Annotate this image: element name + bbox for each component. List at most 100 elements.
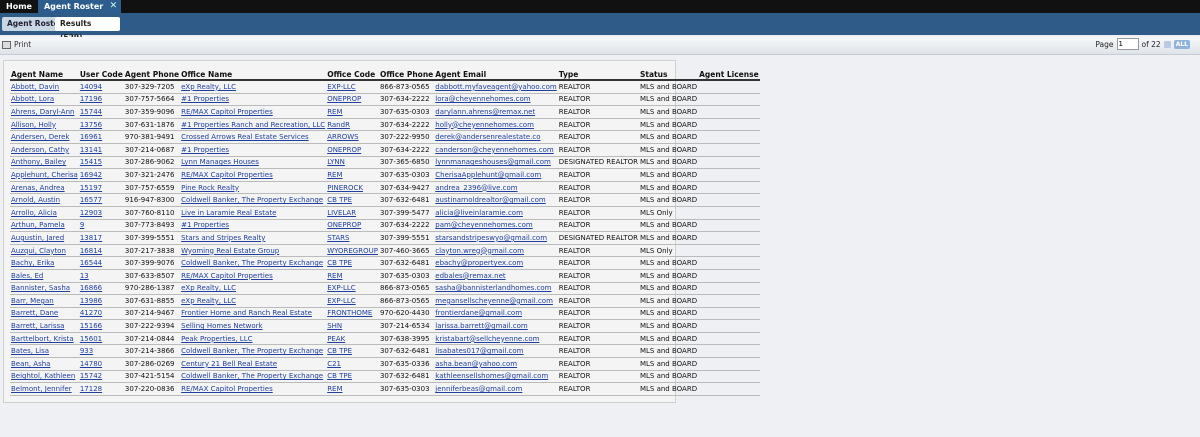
table-cell[interactable]: RandR (326, 118, 379, 132)
table-cell[interactable]: Lynn Manages Houses (180, 156, 327, 170)
table-cell[interactable]: 17196 (78, 93, 124, 107)
table-cell[interactable]: Bachy, Erika (10, 256, 79, 270)
table-cell[interactable]: Barttelbort, Krista (10, 332, 79, 346)
table-cell[interactable]: Arthun, Pamela (10, 219, 79, 233)
table-cell[interactable]: Auzqui, Clayton (10, 244, 79, 258)
table-cell[interactable]: 16866 (78, 282, 124, 296)
print-button[interactable]: Print (2, 40, 31, 49)
table-cell[interactable]: Allison, Holly (10, 118, 79, 132)
table-cell[interactable]: Coldwell Banker, The Property Exchange (180, 193, 327, 207)
tab-agent-roster[interactable]: Agent Roster ✕ (37, 0, 122, 13)
table-cell[interactable]: Applehunt, Cherisa (10, 168, 79, 182)
table-cell[interactable]: canderson@cheyennehomes.com (434, 143, 558, 157)
table-cell[interactable]: Live in Laramie Real Estate (180, 206, 327, 220)
table-cell[interactable]: Anthony, Bailey (10, 156, 79, 170)
table-cell[interactable]: 41270 (78, 307, 124, 321)
table-cell[interactable]: 15744 (78, 105, 124, 119)
table-cell[interactable]: Barr, Megan (10, 294, 79, 308)
table-cell[interactable]: Barrett, Larissa (10, 319, 79, 333)
table-cell[interactable]: REM (326, 168, 379, 182)
table-cell[interactable]: 13 (78, 269, 124, 283)
table-cell[interactable]: lynnmanageshouses@gmail.com (434, 156, 558, 170)
table-cell[interactable]: ebachy@propertyex.com (434, 256, 558, 270)
table-cell[interactable]: C21 (326, 357, 379, 371)
table-cell[interactable]: RE/MAX Capitol Properties (180, 269, 327, 283)
table-cell[interactable]: lora@cheyennehomes.com (434, 93, 558, 107)
table-cell[interactable]: derek@andersenrealestate.co (434, 130, 558, 144)
table-cell[interactable]: RE/MAX Capitol Properties (180, 105, 327, 119)
table-cell[interactable]: 16942 (78, 168, 124, 182)
table-cell[interactable]: 15742 (78, 370, 124, 384)
table-cell[interactable]: Coldwell Banker, The Property Exchange (180, 370, 327, 384)
table-cell[interactable]: RE/MAX Capitol Properties (180, 168, 327, 182)
table-cell[interactable]: ARROWS (326, 130, 379, 144)
table-cell[interactable]: pam@cheyennehomes.com (434, 219, 558, 233)
table-cell[interactable]: 15601 (78, 332, 124, 346)
table-cell[interactable]: Coldwell Banker, The Property Exchange (180, 344, 327, 359)
table-cell[interactable]: kristabart@sellcheyenne.com (434, 332, 558, 346)
table-cell[interactable]: Coldwell Banker, The Property Exchange (180, 256, 327, 270)
column-header[interactable]: Agent Name (10, 69, 79, 81)
table-cell[interactable]: larissa.barrett@gmail.com (434, 319, 558, 333)
close-icon[interactable]: ✕ (110, 0, 118, 13)
tab-home[interactable]: Home (0, 0, 38, 13)
column-header[interactable]: Office Phone (378, 69, 435, 81)
table-cell[interactable]: EXP-LLC (326, 294, 379, 308)
table-cell[interactable]: lisabates017@gmail.com (434, 344, 558, 359)
table-cell[interactable]: andrea_2396@live.com (434, 181, 558, 195)
table-cell[interactable]: Peak Properties, LLC (180, 332, 327, 346)
table-cell[interactable]: 13141 (78, 143, 124, 157)
table-cell[interactable]: darylann.ahrens@remax.net (434, 105, 558, 119)
all-pages-button[interactable]: ALL (1173, 39, 1190, 49)
table-cell[interactable]: clayton.wreg@gmail.com (434, 244, 558, 258)
table-cell[interactable]: PEAK (326, 332, 379, 346)
table-cell[interactable]: Pine Rock Realty (180, 181, 327, 195)
column-header[interactable]: Agent Email (434, 69, 558, 81)
table-cell[interactable]: Wyoming Real Estate Group (180, 244, 327, 258)
table-cell[interactable]: 13756 (78, 118, 124, 132)
table-cell[interactable]: Arnold, Austin (10, 193, 79, 207)
table-cell[interactable]: EXP-LLC (326, 282, 379, 296)
table-cell[interactable]: frontierdane@gmail.com (434, 307, 558, 321)
table-cell[interactable]: LIVELAR (326, 206, 379, 220)
column-header[interactable]: Office Name (180, 69, 327, 81)
table-cell[interactable]: Century 21 Bell Real Estate (180, 357, 327, 371)
table-cell[interactable]: #1 Properties Ranch and Recreation, LLC (180, 118, 327, 132)
table-cell[interactable]: REM (326, 105, 379, 119)
table-cell[interactable]: Bannister, Sasha (10, 282, 79, 296)
table-cell[interactable]: 12903 (78, 206, 124, 220)
table-cell[interactable]: Abbott, Davin (10, 80, 79, 94)
table-cell[interactable]: 16577 (78, 193, 124, 207)
table-cell[interactable]: LYNN (326, 156, 379, 170)
table-cell[interactable]: ONEPROP (326, 93, 379, 107)
table-cell[interactable]: RE/MAX Capitol Properties (180, 382, 327, 396)
table-cell[interactable]: eXp Realty, LLC (180, 282, 327, 296)
table-cell[interactable]: Arrollo, Alicia (10, 206, 79, 220)
table-cell[interactable]: 16544 (78, 256, 124, 270)
table-cell[interactable]: #1 Properties (180, 93, 327, 107)
table-cell[interactable]: starsandstripeswyo@gmail.com (434, 231, 558, 245)
table-cell[interactable]: PINEROCK (326, 181, 379, 195)
table-cell[interactable]: CB TPE (326, 193, 379, 207)
table-cell[interactable]: ONEPROP (326, 219, 379, 233)
table-cell[interactable]: dabbott.myfaveagent@yahoo.com (434, 80, 558, 94)
table-cell[interactable]: 933 (78, 344, 124, 359)
table-cell[interactable]: SHN (326, 319, 379, 333)
next-page-icon[interactable] (1163, 40, 1171, 48)
table-cell[interactable]: Andersen, Derek (10, 130, 79, 144)
table-cell[interactable]: kathleensellshomes@gmail.com (434, 370, 558, 384)
page-input[interactable] (1116, 38, 1139, 50)
table-cell[interactable]: 16814 (78, 244, 124, 258)
table-cell[interactable]: 15415 (78, 156, 124, 170)
table-cell[interactable]: edbales@remax.net (434, 269, 558, 283)
table-cell[interactable]: #1 Properties (180, 219, 327, 233)
table-cell[interactable]: alicia@liveinlaramie.com (434, 206, 558, 220)
table-cell[interactable]: REM (326, 269, 379, 283)
table-cell[interactable]: Ahrens, Daryl-Ann (10, 105, 79, 119)
table-cell[interactable]: Belmont, Jennifer (10, 382, 79, 396)
table-cell[interactable]: Crossed Arrows Real Estate Services (180, 130, 327, 144)
table-cell[interactable]: 9 (78, 219, 124, 233)
table-cell[interactable]: Bean, Asha (10, 357, 79, 371)
table-cell[interactable]: ONEPROP (326, 143, 379, 157)
table-cell[interactable]: jenniferbeas@gmail.com (434, 382, 558, 396)
